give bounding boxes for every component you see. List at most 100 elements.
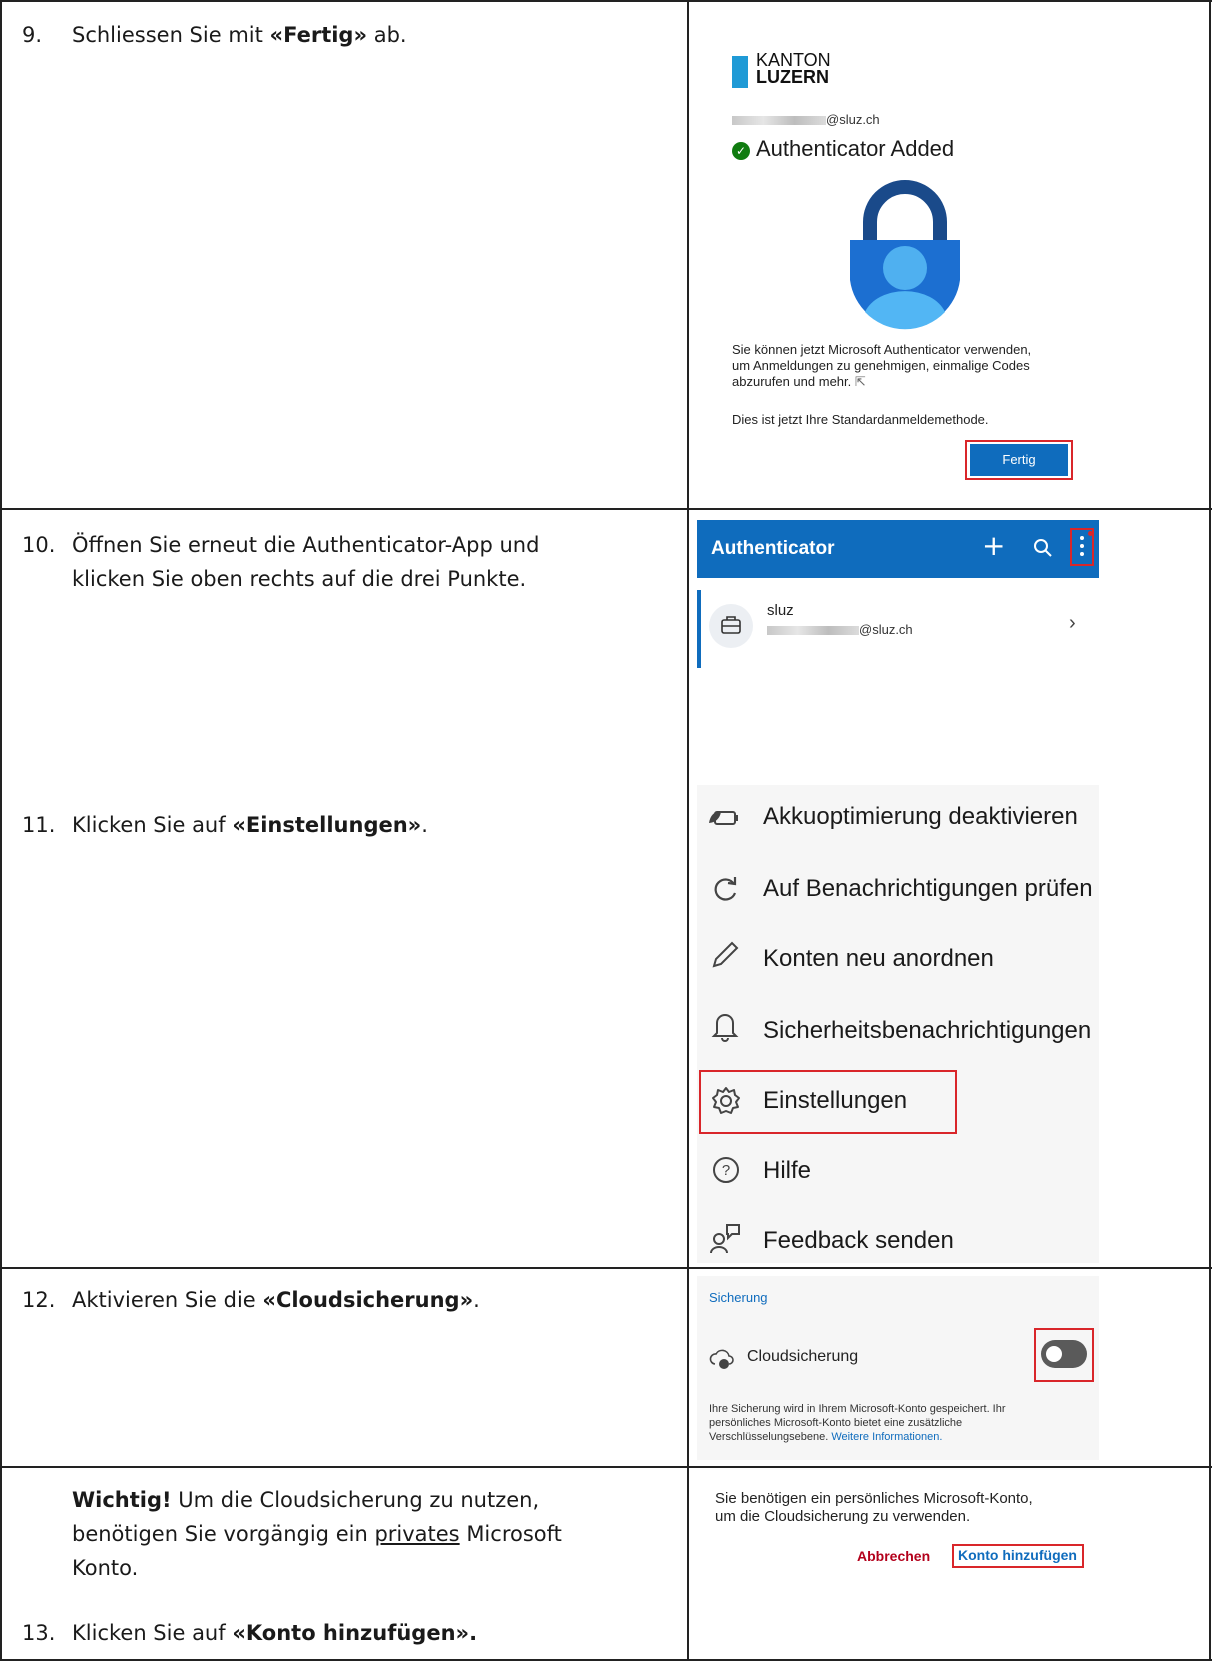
step-13: 13. Klicken Sie auf «Konto hinzufügen». — [22, 1616, 477, 1650]
step-text: Schliessen Sie mit — [72, 23, 270, 47]
email-domain: @sluz.ch — [826, 112, 880, 127]
feedback-icon — [710, 1224, 740, 1254]
step-highlight: «Fertig» — [269, 23, 368, 47]
step-9: 9. Schliessen Sie mit «Fertig» ab. — [22, 18, 407, 52]
backup-settings-screenshot: Sicherung Cloudsicherung Ihre Sicherung … — [697, 1276, 1099, 1460]
overflow-menu-screenshot: Akkuoptimierung deaktivieren Auf Benachr… — [697, 785, 1099, 1263]
note-text: benötigen Sie vorgängig ein — [72, 1522, 375, 1546]
briefcase-icon — [709, 604, 753, 648]
step-text: klicken Sie oben rechts auf die drei Pun… — [72, 567, 527, 591]
account-name: sluz — [767, 602, 794, 619]
step-number: 12. — [22, 1288, 56, 1312]
step-number: 13. — [22, 1621, 56, 1645]
pencil-icon — [712, 941, 739, 968]
done-button[interactable]: Fertig — [970, 444, 1068, 476]
row-divider — [0, 508, 1212, 510]
step-10: 10. Öffnen Sie erneut die Authenticator-A… — [22, 528, 539, 596]
description-line: Sie können jetzt Microsoft Authenticator… — [732, 342, 1032, 357]
info-text: Verschlüsselungsebene. — [709, 1431, 829, 1443]
cloud-backup-label: Cloudsicherung — [747, 1348, 859, 1365]
success-description: Sie können jetzt Microsoft Authenticator… — [732, 342, 1031, 390]
step-number: 9. — [22, 23, 43, 47]
menu-item-security-notifications[interactable]: Sicherheitsbenachrichtigungen — [763, 1017, 1091, 1045]
cloud-lock-icon — [709, 1349, 734, 1369]
kanton-luzern-logo — [732, 56, 748, 88]
account-list-item[interactable]: sluz @sluz.ch › — [697, 590, 1099, 668]
check-circle-icon: ✓ — [732, 142, 750, 160]
dialog-line: Sie benötigen ein persönliches Microsoft… — [715, 1490, 1033, 1507]
app-title: Authenticator — [711, 538, 835, 559]
note-text: Konto. — [72, 1556, 139, 1580]
section-heading: Sicherung — [709, 1290, 768, 1305]
step-highlight: «Einstellungen» — [232, 813, 422, 837]
email-domain: @sluz.ch — [859, 622, 913, 637]
notification-dot — [1088, 531, 1093, 536]
menu-item-reorder[interactable]: Konten neu anordnen — [763, 945, 994, 973]
authenticator-lock-icon — [850, 180, 960, 330]
cloud-backup-toggle[interactable] — [1041, 1340, 1087, 1368]
info-line: Ihre Sicherung wird in Ihrem Microsoft-K… — [709, 1403, 1006, 1415]
description-line: um Anmeldungen zu genehmigen, einmalige … — [732, 358, 1030, 373]
step-text: Öffnen Sie erneut die Authenticator-App … — [72, 533, 540, 557]
step-text: Klicken Sie auf — [72, 1621, 233, 1645]
table-column-divider — [687, 0, 689, 1661]
refresh-icon — [714, 877, 737, 901]
add-account-dialog-screenshot: Sie benötigen ein persönliches Microsoft… — [697, 1478, 1197, 1588]
menu-item-battery[interactable]: Akkuoptimierung deaktivieren — [763, 803, 1078, 831]
gear-icon — [712, 1087, 740, 1114]
app-header: Authenticator + — [697, 520, 1099, 578]
underlined-word: privates — [374, 1522, 460, 1546]
add-icon[interactable]: + — [982, 531, 1005, 561]
step-12: 12. Aktivieren Sie die «Cloudsicherung». — [22, 1283, 480, 1317]
step-text: . — [473, 1288, 480, 1312]
step-highlight: «Konto hinzufügen». — [232, 1621, 478, 1645]
row-divider — [0, 1466, 1212, 1468]
default-method-text: Dies ist jetzt Ihre Standardanmeldemetho… — [732, 412, 989, 427]
logo-text: KANTON LUZERN — [756, 51, 831, 87]
account-email: @sluz.ch — [767, 622, 913, 637]
menu-item-feedback[interactable]: Feedback senden — [763, 1227, 954, 1255]
important-note: Wichtig! Um die Cloudsicherung zu nutzen… — [72, 1483, 562, 1585]
more-info-link[interactable]: Weitere Informationen. — [831, 1431, 942, 1443]
search-icon[interactable] — [1033, 538, 1053, 558]
row-divider — [0, 1267, 1212, 1269]
info-line: Verschlüsselungsebene. Weitere Informati… — [709, 1430, 1006, 1444]
step-text: Aktivieren Sie die — [72, 1288, 263, 1312]
step-text: ab. — [367, 23, 407, 47]
table-border-top — [0, 0, 1212, 2]
description-line: abzurufen und mehr. ⇱ — [732, 374, 1031, 390]
cursor-icon: ⇱ — [854, 374, 866, 389]
account-email: @sluz.ch — [732, 112, 880, 127]
status-title: Authenticator Added — [756, 136, 955, 161]
menu-item-help[interactable]: Hilfe — [763, 1157, 811, 1185]
bell-icon — [711, 1014, 739, 1042]
logo-line-2: LUZERN — [756, 67, 829, 87]
info-line: persönliches Microsoft-Konto bietet eine… — [709, 1417, 963, 1429]
svg-text:?: ? — [722, 1162, 730, 1179]
add-account-button[interactable]: Konto hinzufügen — [958, 1547, 1077, 1563]
authenticator-added-screenshot: KANTON LUZERN @sluz.ch ✓ Authenticator Ad… — [700, 20, 1200, 500]
important-label: Wichtig! — [72, 1488, 172, 1512]
table-border-left — [0, 0, 2, 1661]
step-number: 11. — [22, 813, 56, 837]
dialog-line: um die Cloudsicherung zu verwenden. — [715, 1508, 971, 1525]
menu-item-check-notifications[interactable]: Auf Benachrichtigungen prüfen — [763, 875, 1093, 903]
blurred-username — [732, 116, 826, 126]
status-heading: ✓ Authenticator Added — [732, 136, 954, 162]
step-highlight: «Cloudsicherung» — [262, 1288, 474, 1312]
help-icon: ? — [713, 1157, 739, 1183]
chevron-right-icon: › — [1069, 612, 1076, 634]
backup-info-text: Ihre Sicherung wird in Ihrem Microsoft-K… — [709, 1402, 1006, 1444]
table-border-right — [1209, 0, 1211, 1661]
more-options-icon[interactable] — [1079, 534, 1085, 560]
dialog-message: Sie benötigen ein persönliches Microsoft… — [715, 1490, 1033, 1526]
toggle-knob — [1046, 1346, 1062, 1362]
step-text: Klicken Sie auf — [72, 813, 233, 837]
step-text: . — [421, 813, 428, 837]
step-11: 11. Klicken Sie auf «Einstellungen». — [22, 808, 428, 842]
description-text: abzurufen und mehr. — [732, 374, 852, 389]
cancel-button[interactable]: Abbrechen — [857, 1548, 930, 1564]
battery-leaf-icon — [709, 811, 738, 825]
note-text: Microsoft — [459, 1522, 562, 1546]
menu-item-settings[interactable]: Einstellungen — [763, 1087, 907, 1115]
